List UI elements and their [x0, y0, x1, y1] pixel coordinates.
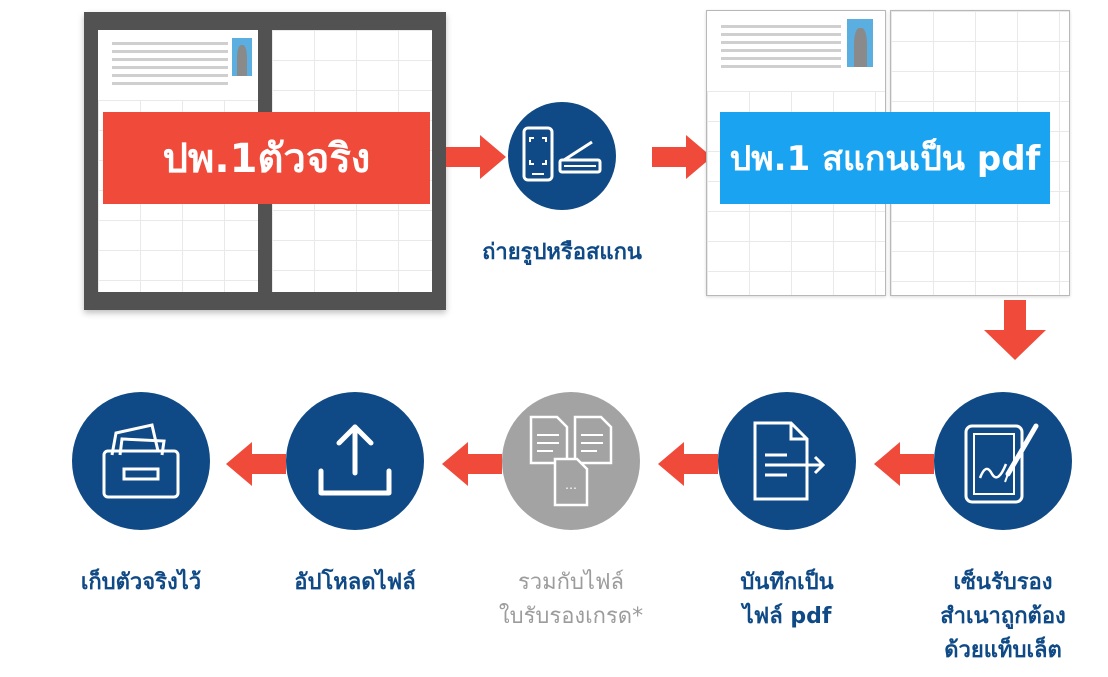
scanned-document-banner: ปพ.1 สแกนเป็น pdf: [720, 112, 1050, 204]
red-arrow-icon: [442, 442, 502, 486]
red-arrow-icon: [652, 135, 712, 179]
red-arrow-icon: [226, 442, 286, 486]
save-pdf-step-label-line1: บันทึกเป็น: [740, 570, 834, 595]
sign-step-label-line2: สำเนาถูกต้อง: [940, 604, 1066, 629]
scan-step-circle: [508, 102, 616, 210]
merge-step-label-line1: รวมกับไฟล์: [517, 570, 625, 595]
red-arrow-icon: [658, 442, 718, 486]
upload-step-circle: [286, 392, 424, 530]
photo-placeholder: [232, 38, 252, 76]
upload-icon: [318, 424, 392, 496]
merge-step-label-line2: ใบรับรองเกรด*: [498, 604, 644, 629]
sign-step-circle: [934, 392, 1072, 530]
red-arrow-icon: [874, 442, 934, 486]
keep-original-step-label: เก็บตัวจริงไว้: [80, 570, 202, 595]
upload-step-label: อัปโหลดไฟล์: [294, 570, 416, 595]
document-export-icon: [753, 421, 826, 501]
save-pdf-step-label-line2: ไฟล์ pdf: [742, 604, 832, 629]
phone-and-scanner-icon: [522, 126, 602, 182]
red-arrow-icon: [984, 300, 1046, 360]
sign-step-label-line1: เซ็นรับรอง: [953, 570, 1053, 595]
svg-text:…: …: [565, 478, 577, 492]
tablet-pen-icon: [964, 423, 1039, 504]
merge-step-circle: …: [502, 392, 640, 530]
sign-step-label-line3: ด้วยแท็บเล็ต: [944, 638, 1062, 663]
red-arrow-icon: [446, 135, 506, 179]
original-document-banner: ปพ.1ตัวจริง: [103, 112, 430, 204]
merge-files-icon: …: [529, 415, 613, 507]
file-cabinet-icon: [102, 423, 180, 499]
photo-placeholder: [847, 19, 873, 67]
save-pdf-step-circle: [718, 392, 856, 530]
scan-step-label: ถ่ายรูปหรือสแกน: [482, 240, 642, 265]
keep-original-step-circle: [72, 392, 210, 530]
